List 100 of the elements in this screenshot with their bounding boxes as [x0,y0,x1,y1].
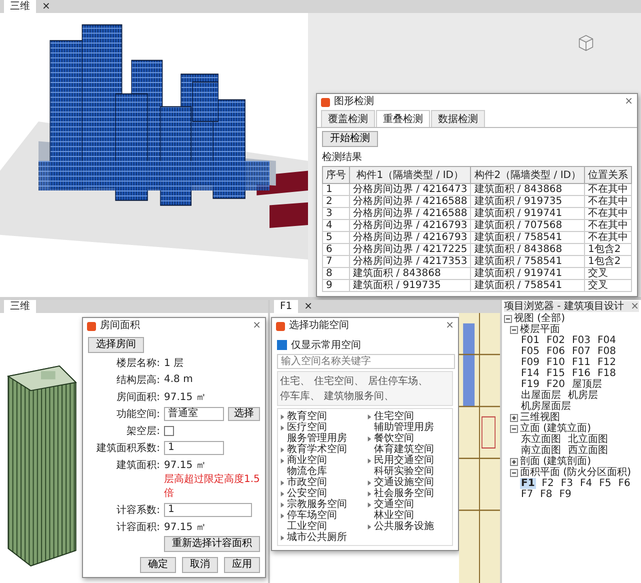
checkbox[interactable] [164,426,174,436]
space-chip[interactable]: 住宅、 [280,374,310,388]
select-room-button[interactable]: 选择房间 [88,337,144,353]
tree-item[interactable]: F12 [596,357,617,368]
list-item[interactable]: 体育建筑空间 [374,444,434,455]
tree-item[interactable]: 南立面图 [520,445,562,456]
tree-item[interactable]: F4 [579,478,594,489]
tree-item[interactable]: F19 [520,379,540,390]
space-chip[interactable]: 住宅空间、 [314,374,364,388]
tree-item[interactable]: 机房屋面层 [520,401,572,412]
tree-item[interactable]: F5 [598,478,612,489]
tree-item[interactable]: 立面 (建筑立面) [520,423,591,434]
tree-toggle-icon[interactable] [504,314,512,322]
tree-item[interactable]: F20 [545,379,566,390]
space-chip[interactable]: 居住停车场、 [368,374,428,388]
dialog-tab[interactable]: 数据检测 [430,110,485,127]
list-item[interactable]: 教育空间 [287,411,327,422]
list-item[interactable]: 社会服务空间 [374,488,434,499]
input-field[interactable]: 1 [164,440,224,454]
tree-item[interactable]: F02 [545,335,566,346]
choose-button[interactable]: 选择 [228,406,260,420]
list-item[interactable]: 教育学术空间 [287,444,347,455]
close-button[interactable]: × [252,320,261,332]
view-tab[interactable]: F1 [274,300,298,313]
tree-item[interactable]: F11 [570,357,592,368]
close-tab-button[interactable]: × [304,300,313,313]
view-tab[interactable]: 三维 [4,0,36,13]
expand-arrow-icon[interactable] [367,458,372,464]
list-item[interactable]: 辅助管理用房 [374,422,434,433]
tree-item[interactable]: F9 [558,489,572,500]
list-item[interactable]: 服务管理用房 [287,433,347,444]
tree-toggle-icon[interactable] [510,458,518,466]
tree-item[interactable]: 北立面图 [567,434,609,445]
dialog-button[interactable]: 确定 [140,557,176,573]
tree-item[interactable]: F01 [520,335,540,346]
tree-toggle-icon[interactable] [510,414,518,422]
tree-item[interactable]: 视图 (全部) [514,313,565,324]
checkbox[interactable] [277,340,287,350]
tree-item[interactable]: F3 [560,478,574,489]
tree-item[interactable]: 面积平面 (防火分区面积) [520,467,631,478]
tree-item[interactable]: F08 [596,346,617,357]
space-chip[interactable]: 停车库、 [280,389,320,403]
list-item[interactable]: 餐饮空间 [374,433,414,444]
list-item[interactable]: 交通设施空间 [374,477,434,488]
tree-item[interactable]: F1 [520,478,536,489]
list-item[interactable]: 住宅空间 [374,411,414,422]
list-item[interactable]: 公共服务设施 [374,521,434,532]
dialog-button[interactable]: 取消 [182,557,218,573]
list-item[interactable]: 公安空间 [287,488,327,499]
list-item[interactable]: 林业空间 [374,510,414,521]
tree-item[interactable]: F7 [520,489,534,500]
list-item[interactable]: 工业空间 [287,521,327,532]
tree-item[interactable]: 屋顶层 [570,379,603,390]
list-item[interactable]: 民用交通空间 [374,455,434,466]
dropdown-field[interactable]: 1 [164,502,252,516]
tree-item[interactable]: 西立面图 [567,445,609,456]
list-item[interactable]: 宗教服务空间 [287,499,347,510]
reselect-area-button[interactable]: 重新选择计容面积 [164,536,260,552]
expand-arrow-icon[interactable] [367,436,372,442]
tree-item[interactable]: F8 [539,489,554,500]
tree-toggle-icon[interactable] [510,326,518,334]
list-item[interactable]: 停车场空间 [287,510,337,521]
tree-item[interactable]: F03 [570,335,592,346]
tree-item[interactable]: 三维视图 [520,412,560,423]
tree-item[interactable]: F2 [540,478,555,489]
tree-item[interactable]: F04 [596,335,617,346]
input-field[interactable]: 普通室 [164,406,224,420]
tree-item[interactable]: 楼层平面 [520,324,560,335]
expand-arrow-icon[interactable] [367,414,372,420]
list-item[interactable]: 科研实验空间 [374,466,434,477]
list-item[interactable]: 城市公共厕所 [287,532,347,543]
list-item[interactable]: 医疗空间 [287,422,327,433]
close-button[interactable]: × [446,320,454,332]
tree-toggle-icon[interactable] [510,424,518,432]
tree-item[interactable]: F10 [545,357,566,368]
list-item[interactable]: 市政空间 [287,477,327,488]
list-item[interactable]: 物流仓库 [287,466,327,477]
tree-item[interactable]: F09 [520,357,540,368]
tree-item[interactable]: 剖面 (建筑剖面) [520,456,591,467]
dialog-button[interactable]: 应用 [224,557,260,573]
list-item[interactable]: 交通空间 [374,499,414,510]
tree-item[interactable]: F07 [570,346,592,357]
expand-arrow-icon[interactable] [280,534,285,540]
close-button[interactable]: × [630,301,639,312]
tree-item[interactable]: F14 [520,368,540,379]
search-field[interactable]: 输入空间名称关键字 [277,354,455,369]
tree-item[interactable]: F16 [570,368,592,379]
tree-item[interactable]: F05 [520,346,540,357]
tree-item[interactable]: 东立面图 [520,434,562,445]
tree-item[interactable]: 出屋面层 [520,390,562,401]
close-button[interactable]: × [624,96,633,108]
list-item[interactable]: 商业空间 [287,455,327,466]
close-tab-button[interactable]: × [42,0,50,13]
dialog-tab[interactable]: 覆盖检测 [320,110,375,127]
start-detection-button[interactable]: 开始检测 [322,131,378,147]
view-tab[interactable]: 三维 [4,300,36,313]
expand-arrow-icon[interactable] [367,524,372,530]
tree-item[interactable]: F06 [545,346,566,357]
tree-item[interactable]: F18 [596,368,617,379]
tree-item[interactable]: F15 [545,368,566,379]
